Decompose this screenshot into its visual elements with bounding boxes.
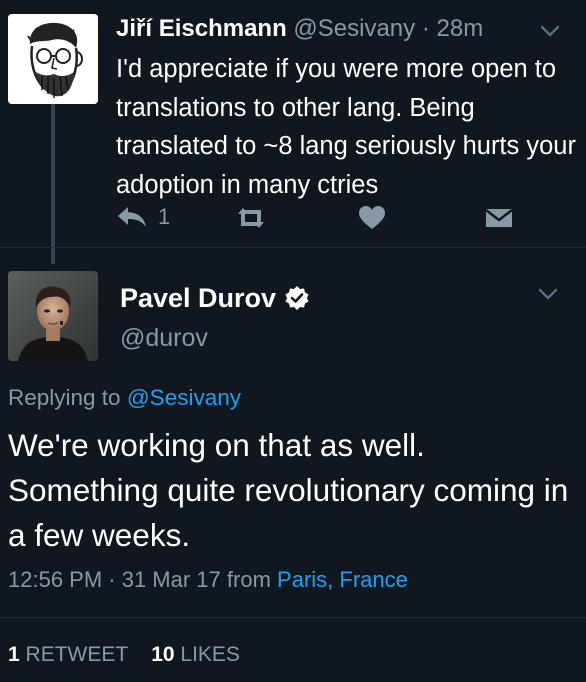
reply-button[interactable]: 1 xyxy=(116,204,170,230)
tweet-meta: 12:56 PM · 31 Mar 17 from Paris, France xyxy=(8,565,408,595)
author-name[interactable]: Pavel Durov xyxy=(120,281,276,315)
tweet-text: We're working on that as well. Something… xyxy=(8,427,569,553)
like-button[interactable] xyxy=(358,205,386,236)
replying-prefix: Replying to xyxy=(8,385,121,410)
like-label: Likes xyxy=(180,643,240,666)
avatar[interactable] xyxy=(8,14,98,104)
location-link[interactable]: Paris, France xyxy=(277,567,408,592)
direct-message-button[interactable] xyxy=(484,206,514,235)
avatar-sketch xyxy=(8,14,98,104)
reply-tweet-header: Jiří Eischmann @Sesivany · 28m xyxy=(116,14,483,44)
divider xyxy=(0,617,586,618)
like-count: 10 xyxy=(151,643,175,666)
likes-stat[interactable]: 10 Likes xyxy=(151,643,240,666)
thread-connector xyxy=(51,104,55,264)
heart-icon xyxy=(359,206,385,229)
retweet-label: Retweet xyxy=(25,643,128,666)
avatar[interactable] xyxy=(8,271,98,361)
tweet-timestamp[interactable]: 12:56 PM · 31 Mar 17 xyxy=(8,567,221,592)
chevron-down-icon[interactable] xyxy=(538,287,558,301)
divider xyxy=(0,247,586,248)
engagement-stats: 1 Retweet 10 Likes xyxy=(8,641,240,669)
retweet-icon xyxy=(238,208,264,228)
author-handle[interactable]: @durov xyxy=(120,322,208,354)
chevron-down-icon[interactable] xyxy=(540,24,560,38)
from-label: from xyxy=(226,567,271,592)
tweet-time[interactable]: 28m xyxy=(437,15,484,42)
verified-badge-icon xyxy=(285,286,309,310)
retweets-stat[interactable]: 1 Retweet xyxy=(8,643,134,666)
author-handle[interactable]: @Sesivany xyxy=(293,15,415,42)
replying-to: Replying to @Sesivany xyxy=(8,383,241,413)
separator: · xyxy=(421,15,430,42)
reply-count: 1 xyxy=(158,204,171,229)
replying-mention-link[interactable]: @Sesivany xyxy=(127,385,241,410)
avatar-photo xyxy=(8,271,98,361)
reply-icon xyxy=(118,207,146,227)
author-name-row: Pavel Durov xyxy=(120,281,310,315)
author-name[interactable]: Jiří Eischmann xyxy=(116,15,287,42)
retweet-count: 1 xyxy=(8,643,20,666)
retweet-button[interactable] xyxy=(234,206,268,235)
tweet-text: I'd appreciate if you were more open to … xyxy=(116,55,576,199)
direct-message-icon xyxy=(485,209,513,227)
